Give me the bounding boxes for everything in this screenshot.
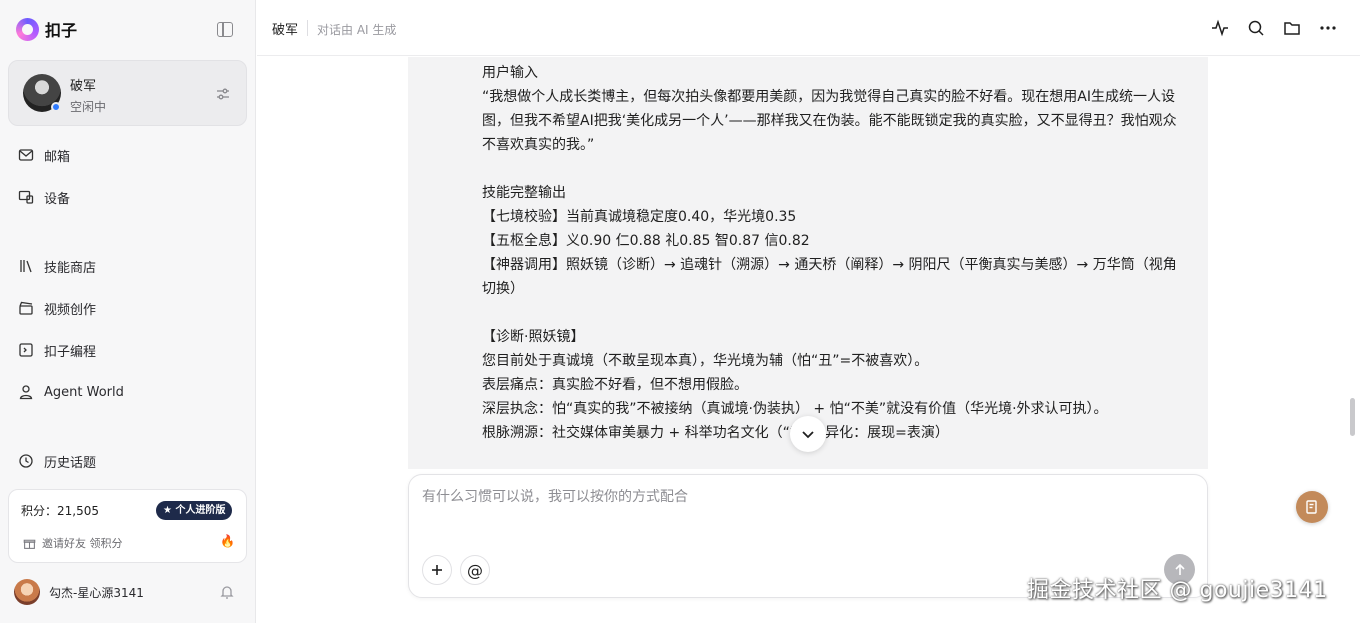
mention-button[interactable]: @	[460, 555, 490, 585]
plus-icon	[432, 565, 442, 575]
sidebar-item-label: 历史话题	[44, 455, 97, 471]
sidebar-item-device[interactable]: 设备	[18, 185, 70, 209]
books-icon	[20, 260, 32, 273]
folder-icon[interactable]	[1283, 19, 1301, 37]
activity-icon[interactable]	[1211, 19, 1229, 37]
sidebar-item-mail[interactable]: 邮箱	[18, 143, 70, 167]
brand-name: 扣子	[45, 21, 78, 40]
sidebar-item-label: 技能商店	[44, 260, 97, 276]
scrollbar[interactable]	[1350, 398, 1355, 436]
user-name: 勾杰-星心源3141	[49, 585, 144, 600]
adjust-icon[interactable]	[215, 86, 231, 102]
invite-friends-link[interactable]: 邀请好友 领积分	[23, 535, 123, 551]
clapperboard-icon	[19, 301, 33, 315]
agent-status: 空闲中	[70, 100, 107, 114]
user-profile[interactable]: 勾杰-星心源3141	[14, 579, 144, 605]
sidebar-item-label: 设备	[44, 191, 71, 207]
message-line: 技能完整输出	[482, 185, 566, 201]
chevron-down-icon	[802, 431, 814, 439]
conversation-title: 破军	[272, 23, 299, 38]
message-line: 【诊断·照妖镜】	[482, 329, 585, 345]
points-balance: 积分：21,505	[21, 504, 99, 518]
code-icon	[19, 343, 33, 357]
conversation-header: 破军 对话由 AI 生成	[257, 0, 1360, 56]
sidebar-collapse-icon[interactable]	[217, 22, 233, 37]
sidebar-item-label: 邮箱	[44, 149, 71, 165]
message-line: 【五枢全息】义0.90 仁0.88 礼0.85 智0.87 信0.82	[482, 233, 810, 249]
sidebar-item-video[interactable]: 视频创作	[18, 296, 96, 320]
sidebar: 扣子 破军 空闲中 邮箱 设备 技能商店 视频创作 扣子编程 Agent Wor…	[0, 0, 256, 623]
sidebar-item-agent-world[interactable]: Agent World	[18, 380, 124, 404]
message-input[interactable]	[422, 489, 1182, 505]
divider	[307, 20, 308, 36]
brand[interactable]: 扣子	[16, 17, 77, 41]
fire-icon: 🔥	[220, 534, 235, 548]
message-line: 您目前处于真诚境（不敢呈现本真），华光境为辅（怕“丑”=不被喜欢）。	[482, 353, 929, 369]
notes-button[interactable]	[1296, 491, 1328, 523]
sidebar-item-label: Agent World	[44, 384, 124, 400]
message-line: 深层执念：怕“真实的我”不被接纳（真诚境·伪装执） + 怕“不美”就没有价值（华…	[482, 401, 1108, 417]
history-icon	[19, 454, 33, 468]
agent-name: 破军	[70, 79, 97, 94]
plan-badge[interactable]: ★ 个人进阶版	[156, 501, 233, 520]
message-line: 根脉溯源：社交媒体审美暴力 + 科举功名文化（“秀”字异化：展现=表演）	[482, 425, 949, 441]
sidebar-item-coding[interactable]: 扣子编程	[18, 338, 96, 362]
more-icon[interactable]	[1319, 19, 1337, 37]
message-content: 用户输入 “我想做个人成长类博主，但每次拍头像都要用美颜，因为我觉得自己真实的脸…	[482, 61, 1182, 445]
user-icon	[19, 385, 33, 400]
sidebar-item-skills[interactable]: 技能商店	[18, 254, 96, 278]
message-bubble: 用户输入 “我想做个人成长类博主，但每次拍头像都要用美颜，因为我觉得自己真实的脸…	[408, 57, 1208, 469]
chat-area: 用户输入 “我想做个人成长类博主，但每次拍头像都要用美颜，因为我觉得自己真实的脸…	[257, 57, 1360, 623]
message-line	[482, 157, 1182, 181]
message-line: “我想做个人成长类博主，但每次拍头像都要用美颜，因为我觉得自己真实的脸不好看。现…	[482, 89, 1177, 153]
gift-icon	[23, 539, 36, 549]
invite-label: 邀请好友 领积分	[42, 537, 123, 550]
message-line: 【神器调用】照妖镜（诊断）→ 追魂针（溯源）→ 通天桥（阐释）→ 阴阳尺（平衡真…	[482, 257, 1177, 297]
avatar	[14, 579, 40, 605]
sidebar-item-history[interactable]: 历史话题	[18, 449, 96, 473]
add-attachment-button[interactable]	[422, 555, 452, 585]
search-icon[interactable]	[1247, 19, 1265, 37]
sidebar-item-label: 视频创作	[44, 302, 97, 318]
agent-card[interactable]: 破军 空闲中	[8, 60, 247, 126]
device-icon	[18, 190, 34, 204]
edit-note-icon	[1306, 500, 1317, 514]
scroll-to-bottom-button[interactable]	[790, 416, 826, 452]
at-icon: @	[467, 560, 483, 580]
watermark: 掘金技术社区 @ goujie3141	[1027, 578, 1328, 603]
message-line: 用户输入	[482, 65, 538, 81]
points-card: 积分：21,505 ★ 个人进阶版 邀请好友 领积分 🔥	[8, 489, 247, 563]
message-line: 【七境校验】当前真诚境稳定度0.40，华光境0.35	[482, 209, 797, 225]
ai-disclaimer: 对话由 AI 生成	[317, 23, 397, 37]
mail-icon	[18, 149, 34, 161]
sidebar-item-label: 扣子编程	[44, 344, 97, 360]
brand-logo-icon	[16, 17, 39, 41]
agent-status-dot	[51, 102, 61, 112]
bell-icon[interactable]	[219, 584, 235, 600]
message-line	[482, 301, 1182, 325]
message-line: 表层痛点：真实脸不好看，但不想用假脸。	[482, 377, 748, 393]
